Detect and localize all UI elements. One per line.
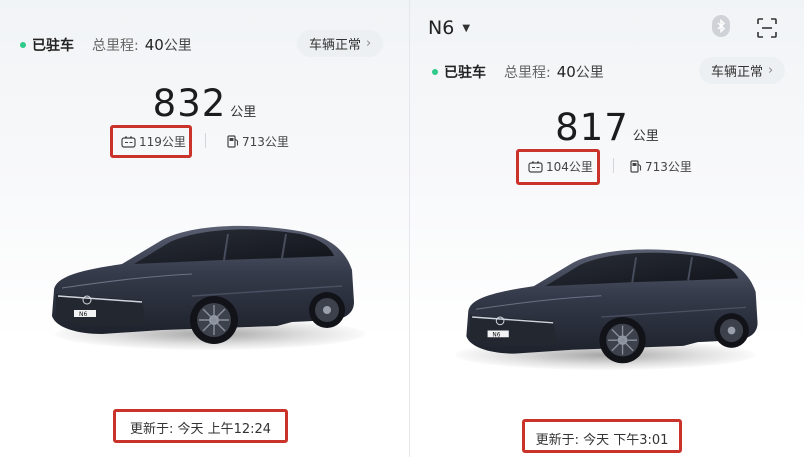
parked-status-dot (20, 42, 26, 48)
fuel-pump-icon (227, 135, 239, 148)
plate-text: N6 (79, 311, 87, 318)
battery-range-value: 104公里 (546, 160, 593, 174)
total-range-value: 832 (152, 82, 227, 125)
fuel-range-value: 713公里 (242, 135, 289, 149)
scan-icon[interactable] (757, 18, 777, 38)
right-vehicle-panel: N6 ▼ 已驻车 总里程: 40 公里 车辆正常 › 817 公里 104公里 … (409, 0, 804, 457)
bluetooth-icon[interactable] (712, 15, 730, 37)
range-divider (205, 133, 206, 148)
odometer-value: 40 (144, 36, 164, 54)
parked-status-dot (432, 69, 438, 75)
odometer-unit: 公里 (163, 38, 192, 54)
car-image: N6 (466, 249, 758, 364)
vehicle-health-label: 车辆正常 (309, 38, 362, 53)
battery-range-value: 119公里 (139, 135, 186, 149)
status-row: 已驻车 总里程: 40 公里 (20, 35, 192, 55)
odometer-label: 总里程: (504, 65, 551, 81)
battery-range: 104公里 (528, 158, 593, 175)
chevron-right-icon: › (366, 36, 372, 51)
total-range: 832 公里 (0, 82, 409, 125)
vehicle-model-name: N6 (428, 17, 455, 39)
total-range: 817 公里 (410, 106, 804, 149)
odometer-unit: 公里 (575, 65, 604, 81)
battery-icon (121, 136, 136, 148)
total-range-unit: 公里 (632, 129, 659, 144)
fuel-range: 713公里 (630, 158, 692, 175)
range-divider (613, 158, 614, 173)
fuel-range: 713公里 (227, 133, 289, 150)
status-row: 已驻车 总里程: 40 公里 (432, 62, 604, 82)
total-range-value: 817 (555, 106, 629, 149)
total-range-unit: 公里 (230, 105, 257, 120)
car-image: N6 (52, 225, 354, 344)
vehicle-health-label: 车辆正常 (711, 65, 764, 80)
battery-range: 119公里 (121, 133, 186, 150)
vehicle-health-button[interactable]: 车辆正常 › (699, 57, 786, 84)
vehicle-selector[interactable]: N6 ▼ (428, 17, 470, 39)
last-updated: 更新于: 今天 下午3:01 (535, 433, 669, 448)
battery-icon (528, 161, 543, 173)
caret-down-icon: ▼ (462, 22, 471, 34)
chevron-right-icon: › (768, 63, 774, 78)
last-updated: 更新于: 今天 上午12:24 (129, 422, 272, 437)
fuel-range-value: 713公里 (645, 160, 692, 174)
fuel-pump-icon (630, 160, 642, 173)
parked-status: 已驻车 (444, 65, 486, 81)
odometer-value: 40 (556, 63, 576, 81)
left-vehicle-panel: 已驻车 总里程: 40 公里 车辆正常 › 832 公里 119公里 713公里 (0, 0, 409, 457)
parked-status: 已驻车 (32, 38, 74, 54)
plate-text: N6 (492, 332, 500, 338)
vehicle-health-button[interactable]: 车辆正常 › (297, 30, 384, 57)
odometer-label: 总里程: (92, 38, 139, 54)
